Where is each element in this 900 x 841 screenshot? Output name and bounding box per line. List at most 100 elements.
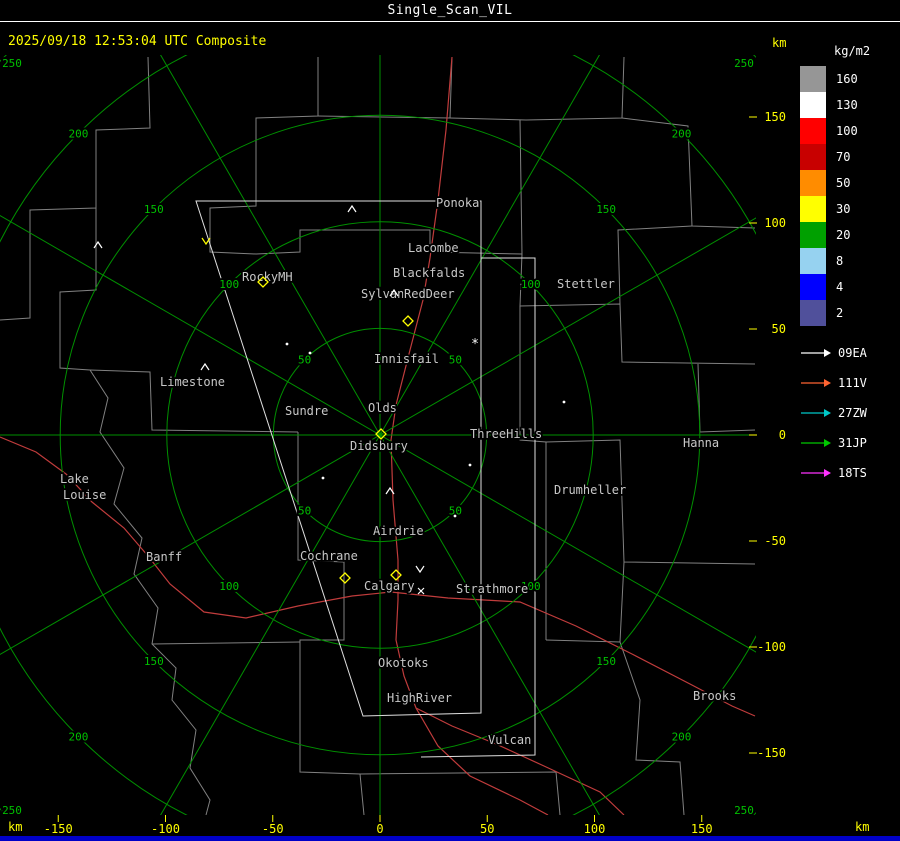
range-ring-label: 150 [596, 655, 616, 668]
city-label: Hanna [683, 436, 719, 450]
legend-entry: 100 [800, 118, 900, 144]
storm-dot-marker [453, 514, 457, 518]
range-ring-label: 100 [219, 278, 239, 291]
range-ring-label: 150 [144, 655, 164, 668]
range-ring-label: 100 [219, 580, 239, 593]
range-ring-label: 100 [521, 278, 541, 291]
range-ring-labels: 50 5050 50100 100100 100150 150150 150200 20020… [0, 55, 756, 817]
legend-swatch [800, 170, 826, 196]
legend-track: 27ZW [800, 398, 900, 428]
legend-swatch [800, 92, 826, 118]
city-label: Limestone [160, 375, 225, 389]
axis-right-label: -100 [757, 640, 786, 654]
storm-cross-marker [417, 587, 425, 595]
range-ring-label: 200 [672, 731, 692, 744]
city-label: Sylvan [361, 287, 404, 301]
city-label: Calgary [364, 579, 415, 593]
axis-right-label: -150 [757, 746, 786, 760]
storm-dot-marker [308, 351, 312, 355]
track-id: 09EA [838, 346, 867, 360]
legend-value: 50 [836, 176, 851, 190]
track-arrow-icon [801, 379, 831, 387]
legend-track: 111V [800, 368, 900, 398]
legend-panel: kg/m2 160 130 100 70 50 30 20 8 4 2 09EA 111V 27ZW 3… [800, 44, 900, 488]
storm-dot-marker [562, 400, 566, 404]
legend-entry: 2 [800, 300, 900, 326]
axis-right-label: 100 [764, 216, 786, 230]
axis-bottom-label: -50 [262, 822, 284, 836]
legend-entry: 30 [800, 196, 900, 222]
axis-bottom-label: -150 [44, 822, 73, 836]
range-ring-label: 200 [69, 127, 89, 140]
legend-unit-label: kg/m2 [834, 44, 871, 58]
city-label: Airdrie [373, 524, 424, 538]
range-ring-label: 50 [298, 504, 311, 517]
radar-site-diamond [339, 572, 351, 584]
legend-swatch [800, 248, 826, 274]
storm-caret-marker [93, 240, 103, 249]
axis-right-label: -50 [764, 534, 786, 548]
city-label: Banff [146, 550, 182, 564]
legend-track: 18TS [800, 458, 900, 488]
city-label: RedDeer [404, 287, 455, 301]
legend-entry: 8 [800, 248, 900, 274]
legend-value: 160 [836, 72, 858, 86]
range-ring-label: 250 [2, 57, 22, 70]
legend-value: 8 [836, 254, 844, 268]
legend-swatch [800, 118, 826, 144]
track-arrow-icon [801, 349, 831, 357]
city-label: Olds [368, 401, 397, 415]
track-arrow-icon [801, 409, 831, 417]
axis-bottom: -150 -100 -50 0 50 100 150 [44, 815, 713, 836]
city-label: Vulcan [488, 733, 531, 747]
axis-right-label: 0 [779, 428, 786, 442]
axis-bottom-label: 50 [480, 822, 494, 836]
range-ring-label: 50 [298, 354, 311, 367]
city-label: Innisfail [374, 352, 439, 366]
city-label: Lacombe [408, 241, 459, 255]
legend-entry: 4 [800, 274, 900, 300]
city-label: Okotoks [378, 656, 429, 670]
track-id: 111V [838, 376, 867, 390]
city-label: Louise [63, 488, 106, 502]
city-label: ThreeHills [470, 427, 542, 441]
city-label: Sundre [285, 404, 328, 418]
radar-map-canvas[interactable]: 50 5050 50100 100100 100150 150150 150200 20020… [0, 0, 900, 841]
radar-site-diamond [402, 315, 414, 327]
legend-color-scale: 160 130 100 70 50 30 20 8 4 2 [800, 66, 900, 326]
legend-entry: 130 [800, 92, 900, 118]
track-id: 31JP [838, 436, 867, 450]
storm-asterisk-marker: * [471, 337, 479, 352]
range-rings [0, 55, 756, 815]
legend-value: 100 [836, 124, 858, 138]
axis-right-label: 50 [772, 322, 786, 336]
legend-swatch [800, 300, 826, 326]
range-ring [0, 55, 756, 815]
legend-entry: 70 [800, 144, 900, 170]
city-label: Blackfalds [393, 266, 465, 280]
legend-track: 31JP [800, 428, 900, 458]
range-ring-label: 250 [734, 804, 754, 817]
city-label: Ponoka [436, 196, 479, 210]
track-id: 27ZW [838, 406, 867, 420]
range-ring-label: 250 [2, 804, 22, 817]
city-label: Strathmore [456, 582, 528, 596]
timestamp-label: 2025/09/18 12:53:04 UTC Composite [8, 34, 267, 49]
axis-bottom-label: -100 [151, 822, 180, 836]
axis-unit-km-top: km [772, 36, 787, 50]
legend-swatch [800, 66, 826, 92]
track-arrow-icon [801, 439, 831, 447]
legend-entry: 20 [800, 222, 900, 248]
city-label: Cochrane [300, 549, 358, 563]
axis-right-label: 150 [764, 110, 786, 124]
range-ring-label: 150 [144, 203, 164, 216]
bottom-bar [0, 836, 900, 841]
legend-value: 70 [836, 150, 851, 164]
axis-bottom-label: 150 [691, 822, 713, 836]
legend-value: 2 [836, 306, 844, 320]
track-arrow-icon [801, 469, 831, 477]
axis-right: 150 100 50 0 -50 -100 -150 [749, 110, 786, 760]
track-id: 18TS [838, 466, 867, 480]
legend-entry: 50 [800, 170, 900, 196]
storm-dot-marker [468, 463, 472, 467]
